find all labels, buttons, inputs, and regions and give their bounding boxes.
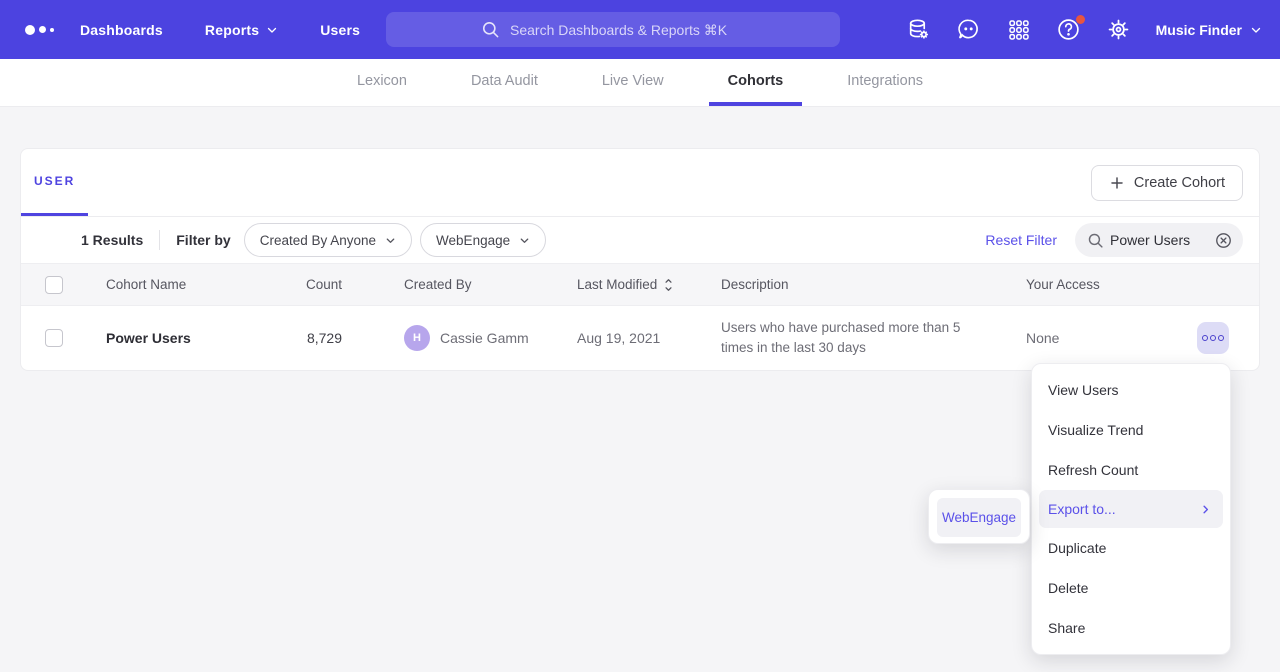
divider — [159, 230, 160, 250]
workspace-switcher[interactable]: Music Finder — [1156, 22, 1262, 38]
sort-icon — [664, 278, 673, 292]
tab-lexicon[interactable]: Lexicon — [338, 59, 426, 106]
apps-grid-icon[interactable] — [1006, 17, 1032, 43]
primary-nav: Dashboards Reports Users — [80, 22, 360, 38]
column-last-modified[interactable]: Last Modified — [577, 277, 721, 292]
cohort-description: Users who have purchased more than 5 tim… — [721, 318, 1026, 357]
menu-item-refresh-count[interactable]: Refresh Count — [1032, 450, 1230, 490]
plus-icon — [1109, 175, 1125, 191]
nav-reports[interactable]: Reports — [205, 22, 278, 38]
menu-item-view-users[interactable]: View Users — [1032, 370, 1230, 410]
help-icon[interactable] — [1056, 17, 1082, 43]
cohort-last-modified: Aug 19, 2021 — [577, 330, 721, 346]
cohort-search-input[interactable] — [1110, 232, 1208, 248]
chevron-down-icon — [519, 235, 530, 246]
column-description: Description — [721, 277, 1026, 292]
avatar: H — [404, 325, 430, 351]
menu-item-export-to[interactable]: Export to... — [1039, 490, 1223, 528]
filter-bar: 1 Results Filter by Created By Anyone We… — [21, 217, 1259, 263]
menu-label: Delete — [1048, 580, 1088, 596]
search-icon — [1087, 232, 1104, 249]
filter-by-label: Filter by — [176, 232, 230, 248]
tab-data-audit[interactable]: Data Audit — [452, 59, 557, 106]
chevron-down-icon — [385, 235, 396, 246]
notification-dot — [1076, 15, 1085, 24]
settings-icon[interactable] — [1106, 17, 1132, 43]
cohort-count: 8,729 — [267, 330, 342, 346]
cohort-creator: H Cassie Gamm — [342, 325, 577, 351]
global-search[interactable] — [386, 12, 840, 47]
menu-item-share[interactable]: Share — [1032, 608, 1230, 648]
global-search-input[interactable] — [510, 22, 745, 38]
dropdown-value: WebEngage — [436, 233, 510, 248]
clear-search-icon[interactable] — [1214, 231, 1233, 250]
nav-label: Users — [320, 22, 360, 38]
tab-live-view[interactable]: Live View — [583, 59, 683, 106]
nav-label: Dashboards — [80, 22, 163, 38]
tab-integrations[interactable]: Integrations — [828, 59, 942, 106]
column-your-access: Your Access — [1026, 277, 1259, 292]
section-tabs: Lexicon Data Audit Live View Cohorts Int… — [0, 59, 1280, 107]
row-actions-button[interactable] — [1197, 322, 1229, 354]
menu-item-delete[interactable]: Delete — [1032, 568, 1230, 608]
integration-dropdown[interactable]: WebEngage — [420, 223, 546, 257]
menu-item-visualize-trend[interactable]: Visualize Trend — [1032, 410, 1230, 450]
table-row: Power Users 8,729 H Cassie Gamm Aug 19, … — [21, 306, 1259, 370]
topbar-actions: Music Finder — [906, 0, 1262, 59]
menu-label: Visualize Trend — [1048, 422, 1143, 438]
brand-logo[interactable] — [25, 25, 80, 35]
cohort-access-cell: None — [1026, 322, 1259, 354]
chevron-right-icon — [1200, 504, 1211, 515]
column-cohort-name: Cohort Name — [106, 277, 267, 292]
creator-name: Cassie Gamm — [440, 330, 529, 346]
menu-item-duplicate[interactable]: Duplicate — [1032, 528, 1230, 568]
nav-dashboards[interactable]: Dashboards — [80, 22, 163, 38]
row-checkbox[interactable] — [45, 329, 63, 347]
reset-filter-link[interactable]: Reset Filter — [985, 232, 1057, 248]
nav-users[interactable]: Users — [320, 22, 360, 38]
results-count: 1 Results — [81, 232, 143, 248]
column-count: Count — [267, 277, 342, 292]
table-header: Cohort Name Count Created By Last Modifi… — [21, 263, 1259, 306]
tab-user-cohorts[interactable]: USER — [21, 149, 88, 216]
export-submenu: WebEngage — [928, 489, 1030, 544]
tab-cohorts[interactable]: Cohorts — [709, 59, 803, 106]
created-by-dropdown[interactable]: Created By Anyone — [244, 223, 412, 257]
nav-label: Reports — [205, 22, 259, 38]
menu-label: View Users — [1048, 382, 1119, 398]
messages-icon[interactable] — [956, 17, 982, 43]
column-created-by: Created By — [342, 277, 577, 292]
access-value: None — [1026, 330, 1059, 346]
workspace-name: Music Finder — [1156, 22, 1242, 38]
cohort-search[interactable] — [1075, 223, 1243, 257]
cohort-name[interactable]: Power Users — [106, 330, 267, 346]
select-all-checkbox[interactable] — [45, 276, 63, 294]
data-settings-icon[interactable] — [906, 17, 932, 43]
create-cohort-label: Create Cohort — [1134, 175, 1225, 191]
menu-label: Duplicate — [1048, 540, 1106, 556]
top-navigation-bar: Dashboards Reports Users — [0, 0, 1280, 59]
search-icon — [481, 20, 500, 39]
row-actions-menu: View Users Visualize Trend Refresh Count… — [1031, 363, 1231, 655]
cohort-type-tabs: USER Create Cohort — [21, 149, 1259, 217]
submenu-item-webengage[interactable]: WebEngage — [937, 498, 1021, 537]
menu-label: Refresh Count — [1048, 462, 1138, 478]
create-cohort-button[interactable]: Create Cohort — [1091, 165, 1243, 201]
cohorts-panel: USER Create Cohort 1 Results Filter by C… — [20, 148, 1260, 371]
chevron-down-icon — [266, 24, 278, 36]
menu-label: Share — [1048, 620, 1085, 636]
menu-label: Export to... — [1048, 501, 1116, 517]
column-label: Last Modified — [577, 277, 657, 292]
chevron-down-icon — [1250, 24, 1262, 36]
dropdown-value: Created By Anyone — [260, 233, 376, 248]
